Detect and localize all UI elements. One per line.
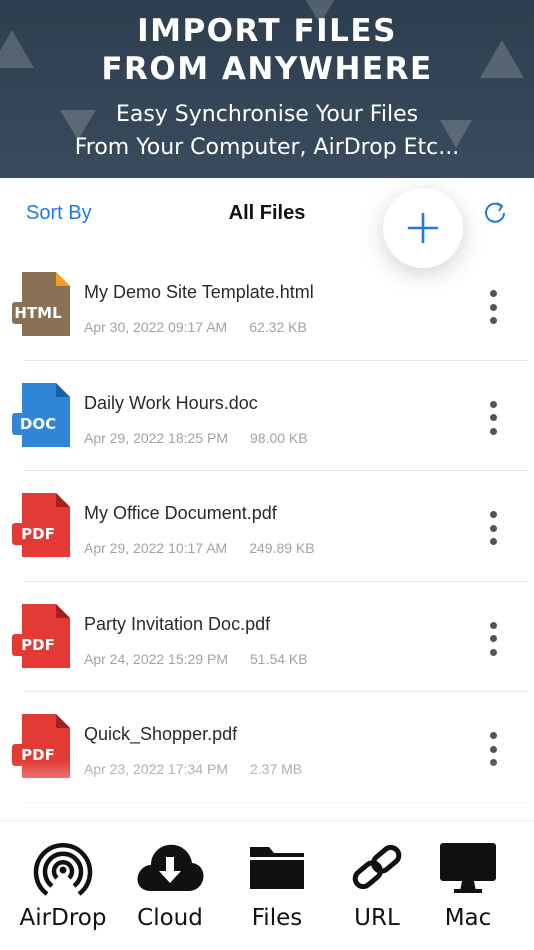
file-name: My Office Document.pdf — [84, 503, 277, 523]
more-dot — [489, 635, 497, 642]
file-row[interactable]: PDF Party Invitation Doc.pdf Apr 24, 202… — [0, 582, 534, 692]
more-options-button[interactable] — [484, 290, 502, 324]
file-type-label: HTML — [14, 304, 62, 322]
file-type-label: DOC — [20, 415, 56, 433]
tab-files-label: Files — [251, 905, 303, 931]
more-options-button[interactable] — [484, 400, 502, 435]
tab-cloud[interactable]: Cloud — [117, 821, 223, 950]
more-dot — [489, 621, 497, 629]
refresh-icon — [485, 202, 505, 223]
file-row[interactable]: HTML My Demo Site Template.html Apr 30, … — [0, 250, 534, 361]
more-dot — [489, 648, 497, 656]
html-file-icon: HTML — [12, 270, 74, 338]
file-list: HTML My Demo Site Template.html Apr 30, … — [0, 250, 534, 803]
promo-banner: IMPORT FILES FROM ANYWHERE Easy Synchron… — [0, 0, 534, 178]
refresh-button[interactable] — [480, 198, 510, 228]
more-dot — [489, 511, 497, 518]
more-dot — [489, 317, 497, 324]
tab-mac-label: Mac — [444, 905, 492, 931]
pdf-file-icon: PDF — [12, 602, 74, 670]
more-options-button[interactable] — [484, 621, 502, 656]
airdrop-icon — [30, 839, 96, 906]
file-size: 51.54 KB — [250, 650, 308, 667]
tab-airdrop-label: AirDrop — [19, 905, 107, 931]
plus-icon — [407, 212, 439, 244]
import-source-bar: AirDrop Cloud Files URL Mac — [0, 820, 534, 950]
file-name: Quick_Shopper.pdf — [84, 724, 238, 744]
more-dot — [489, 290, 497, 297]
link-icon — [345, 839, 409, 900]
cloud-download-icon — [135, 839, 205, 900]
banner-subtitle-line1: Easy Synchronise Your Files — [115, 102, 419, 127]
file-type-label: PDF — [21, 525, 55, 543]
file-size: 98.00 KB — [250, 429, 308, 446]
more-dot — [489, 400, 497, 408]
folder-icon — [247, 839, 307, 898]
file-size: 62.32 KB — [249, 319, 307, 335]
pdf-file-icon: PDF — [12, 491, 74, 559]
tab-mac[interactable]: Mac — [415, 821, 521, 950]
banner-title: IMPORT FILES FROM ANYWHERE — [101, 13, 433, 87]
more-dot — [489, 524, 497, 532]
tab-files[interactable]: Files — [224, 821, 330, 950]
file-type-label: PDF — [21, 636, 55, 654]
monitor-icon — [438, 839, 498, 900]
banner-subtitle-line2: From Your Computer, AirDrop Etc... — [74, 135, 460, 160]
tab-airdrop[interactable]: AirDrop — [10, 821, 116, 950]
file-meta: Apr 29, 2022 18:25 PM 98.00 KB — [84, 430, 308, 446]
file-date: Apr 24, 2022 15:29 PM — [84, 650, 228, 667]
file-size: 249.89 KB — [249, 540, 315, 556]
tab-cloud-label: Cloud — [137, 905, 203, 931]
file-meta: Apr 30, 2022 09:17 AM 62.32 KB — [84, 319, 307, 335]
add-file-button[interactable] — [383, 188, 463, 268]
file-name: Party Invitation Doc.pdf — [84, 613, 271, 634]
file-date: Apr 30, 2022 09:17 AM — [84, 319, 228, 335]
file-row[interactable]: PDF My Office Document.pdf Apr 29, 2022 … — [0, 471, 534, 582]
list-fade — [0, 760, 534, 820]
more-dot — [489, 427, 497, 435]
more-dot — [489, 414, 497, 421]
file-name: Daily Work Hours.doc — [84, 392, 258, 413]
doc-file-icon: DOC — [12, 381, 74, 449]
more-dot — [489, 538, 497, 545]
file-date: Apr 29, 2022 10:17 AM — [84, 540, 228, 556]
more-dot — [489, 732, 497, 739]
banner-subtitle: Easy Synchronise Your Files From Your Co… — [0, 98, 534, 164]
file-name: My Demo Site Template.html — [84, 282, 314, 302]
more-dot — [489, 303, 497, 311]
file-row[interactable]: DOC Daily Work Hours.doc Apr 29, 2022 18… — [0, 361, 534, 471]
file-date: Apr 29, 2022 18:25 PM — [84, 429, 228, 446]
more-dot — [489, 745, 497, 753]
file-meta: Apr 29, 2022 10:17 AM 249.89 KB — [84, 540, 315, 556]
more-options-button[interactable] — [484, 511, 502, 545]
file-meta: Apr 24, 2022 15:29 PM 51.54 KB — [84, 651, 308, 667]
